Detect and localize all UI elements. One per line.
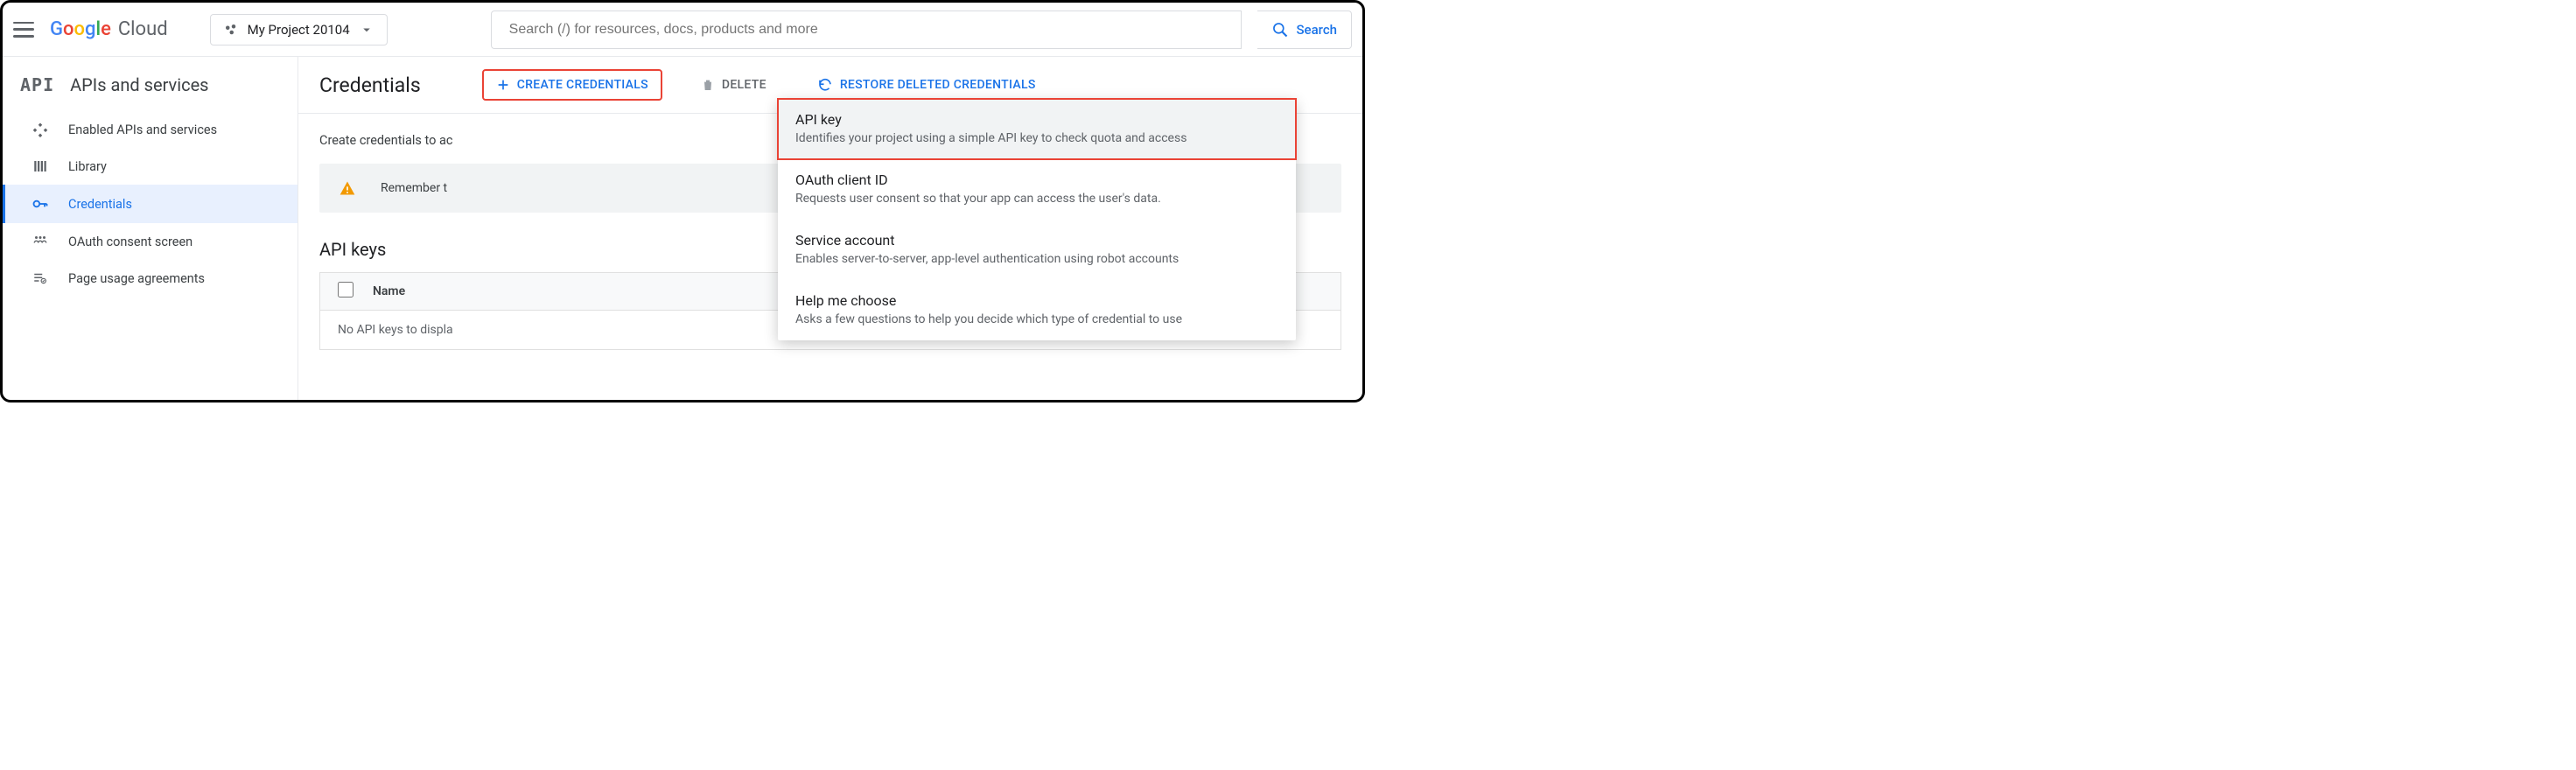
plus-icon [496,78,510,92]
delete-button[interactable]: DELETE [689,71,779,99]
sidebar: API APIs and services Enabled APIs and s… [3,57,298,400]
sidebar-item-label: Page usage agreements [68,271,205,286]
dropdown-item-desc: Enables server-to-server, app-level auth… [795,252,1278,266]
library-icon [32,158,49,174]
main-area: API APIs and services Enabled APIs and s… [3,57,1362,400]
sidebar-item-library[interactable]: Library [3,148,298,185]
select-all-checkbox[interactable] [338,282,354,298]
dropdown-item-oauth-client[interactable]: OAuth client ID Requests user consent so… [778,159,1296,220]
sidebar-item-label: Library [68,159,107,174]
dropdown-item-title: Service account [795,232,1278,248]
google-wordmark: Google [50,18,111,40]
dropdown-item-desc: Requests user consent so that your app c… [795,192,1278,206]
google-cloud-logo[interactable]: Google Cloud [50,18,168,40]
dropdown-item-desc: Asks a few questions to help you decide … [795,312,1278,326]
sidebar-item-enabled-apis[interactable]: Enabled APIs and services [3,111,298,148]
top-bar: Google Cloud My Project 20104 Search [3,3,1362,57]
project-icon [223,22,239,38]
dropdown-item-title: OAuth client ID [795,172,1278,188]
warning-icon [339,179,356,197]
restore-icon [817,77,833,93]
sidebar-item-label: OAuth consent screen [68,234,192,249]
sidebar-item-label: Enabled APIs and services [68,122,217,137]
project-name: My Project 20104 [248,22,350,38]
page-title: Credentials [319,74,421,97]
consent-icon [32,234,49,249]
cloud-wordmark: Cloud [118,18,168,40]
chevron-down-icon [359,22,374,38]
key-icon [32,195,49,213]
dropdown-item-desc: Identifies your project using a simple A… [795,131,1278,145]
sidebar-item-label: Credentials [68,197,132,212]
dropdown-item-title: Help me choose [795,292,1278,309]
restore-label: RESTORE DELETED CREDENTIALS [840,78,1036,92]
notice-text: Remember t [381,181,447,195]
dropdown-item-api-key[interactable]: API key Identifies your project using a … [778,99,1296,159]
search-input[interactable] [492,22,1242,38]
project-picker[interactable]: My Project 20104 [210,14,388,46]
trash-icon [701,78,715,92]
sidebar-item-page-usage[interactable]: Page usage agreements [3,260,298,297]
sidebar-item-credentials[interactable]: Credentials [3,185,298,223]
agreements-icon [32,270,49,286]
sidebar-item-oauth-consent[interactable]: OAuth consent screen [3,223,298,260]
search-button[interactable]: Search [1257,10,1352,49]
search-button-label: Search [1296,22,1337,38]
search-icon [1271,21,1289,38]
delete-label: DELETE [722,78,766,92]
enabled-apis-icon [32,122,49,137]
api-badge-icon: API [20,74,54,95]
menu-icon[interactable] [13,19,34,40]
create-credentials-label: CREATE CREDENTIALS [517,78,648,92]
search-box[interactable] [491,10,1242,49]
restore-button[interactable]: RESTORE DELETED CREDENTIALS [805,70,1048,100]
dropdown-item-service-account[interactable]: Service account Enables server-to-server… [778,220,1296,280]
create-credentials-dropdown: API key Identifies your project using a … [778,99,1296,340]
dropdown-item-help-me-choose[interactable]: Help me choose Asks a few questions to h… [778,280,1296,340]
sidebar-title: APIs and services [70,74,208,95]
sidebar-header: API APIs and services [3,69,298,111]
select-all-cell [338,282,373,301]
dropdown-item-title: API key [795,111,1278,128]
content: Credentials CREATE CREDENTIALS DELETE RE… [298,57,1362,400]
create-credentials-button[interactable]: CREATE CREDENTIALS [482,69,662,101]
